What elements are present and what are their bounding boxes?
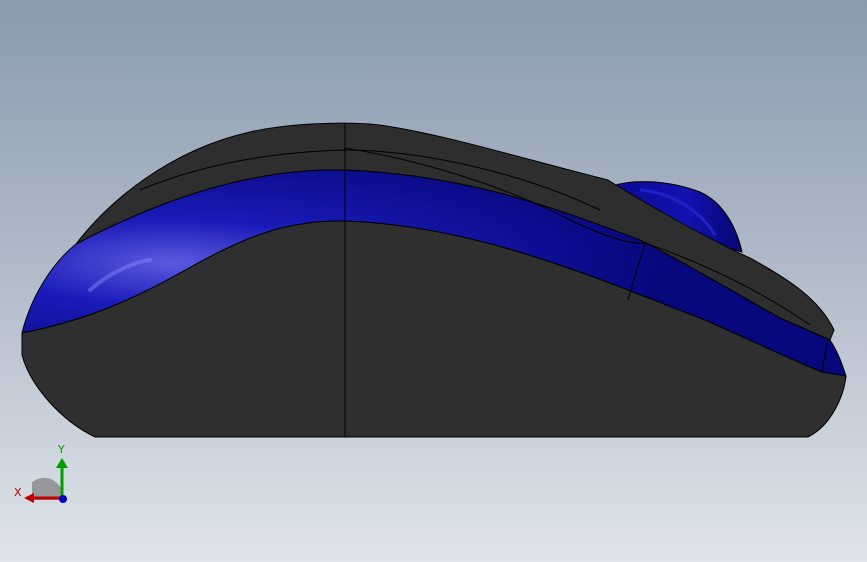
y-axis-arrowhead [56,458,68,468]
coordinate-triad: Y X [14,443,68,503]
cad-graphics-viewport[interactable]: Y X [0,0,867,562]
x-axis-label: X [14,486,22,499]
y-axis-label: Y [57,443,65,456]
mouse-model[interactable] [0,0,867,562]
x-axis-arrowhead [24,493,34,503]
z-axis-dot [59,495,67,503]
